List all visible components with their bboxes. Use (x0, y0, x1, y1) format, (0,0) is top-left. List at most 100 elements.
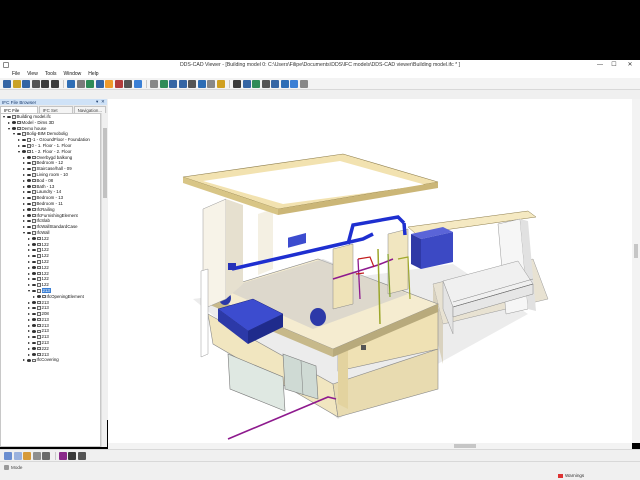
visibility-icon[interactable] (27, 156, 31, 159)
camera-icon[interactable] (207, 79, 215, 88)
minimize-button[interactable]: — (594, 60, 606, 70)
undo-icon[interactable] (41, 79, 49, 88)
menu-help[interactable]: Help (88, 71, 98, 77)
select-icon[interactable] (67, 79, 75, 88)
viewport-vscroll-thumb[interactable] (634, 244, 638, 258)
visibility-icon[interactable] (32, 237, 36, 240)
visibility-icon[interactable] (32, 277, 36, 281)
visibility-icon[interactable] (12, 127, 16, 130)
render-mode-icon[interactable] (13, 451, 22, 460)
tree-scrollbar[interactable] (101, 113, 107, 447)
menu-view[interactable]: View (27, 71, 38, 77)
visibility-icon[interactable] (37, 295, 41, 298)
open-icon[interactable] (12, 79, 21, 88)
visibility-icon[interactable] (27, 173, 31, 177)
visibility-icon[interactable] (32, 341, 36, 345)
visibility-icon[interactable] (32, 330, 36, 333)
walk-icon[interactable] (124, 79, 132, 88)
tree-scroll-thumb[interactable] (103, 128, 107, 198)
visibility-icon[interactable] (27, 196, 31, 200)
visibility-icon[interactable] (27, 208, 31, 211)
visibility-icon[interactable] (27, 214, 31, 217)
visibility-icon[interactable] (32, 347, 36, 350)
visibility-icon[interactable] (27, 219, 31, 223)
home-icon[interactable] (159, 79, 168, 88)
save-icon[interactable] (22, 79, 30, 88)
viewport-hscroll-thumb[interactable] (454, 444, 476, 448)
pan-icon[interactable] (86, 79, 94, 88)
visibility-icon[interactable] (27, 167, 31, 171)
perspective-icon[interactable] (4, 451, 12, 460)
menu-file[interactable]: File (12, 71, 20, 77)
tab-navigation[interactable]: Navigation... (73, 106, 106, 113)
visibility-icon[interactable] (27, 185, 31, 188)
visibility-icon[interactable] (27, 202, 31, 206)
visibility-icon[interactable] (32, 301, 36, 304)
color-icon[interactable] (58, 451, 67, 460)
measure-icon[interactable] (133, 79, 142, 88)
new-icon[interactable] (3, 79, 11, 88)
top-icon[interactable] (178, 79, 187, 88)
grid-icon[interactable] (32, 451, 41, 460)
visibility-icon[interactable] (27, 161, 31, 165)
visibility-icon[interactable] (32, 289, 36, 292)
render-icon[interactable] (197, 79, 206, 88)
visibility-icon[interactable] (32, 335, 36, 339)
visibility-icon[interactable] (27, 190, 31, 194)
visibility-icon[interactable] (32, 248, 36, 252)
building-model-render[interactable] (108, 99, 632, 443)
report-icon[interactable] (280, 79, 289, 88)
render2-icon[interactable] (216, 79, 225, 88)
visibility-icon[interactable] (27, 225, 31, 229)
check-icon[interactable] (271, 79, 279, 88)
iso-icon[interactable] (188, 79, 196, 88)
fit-icon[interactable] (105, 79, 113, 88)
visibility-icon[interactable] (22, 144, 26, 148)
visibility-icon[interactable] (7, 115, 11, 119)
visibility-icon[interactable] (32, 283, 36, 287)
visibility-icon[interactable] (32, 318, 36, 321)
layers-icon[interactable] (68, 451, 76, 460)
visibility-icon[interactable] (32, 312, 36, 316)
export-icon[interactable] (77, 451, 86, 460)
visibility-icon[interactable] (32, 266, 36, 269)
lighting-icon[interactable] (23, 451, 31, 460)
layers-icon[interactable] (242, 79, 251, 88)
tab-ifc-set-inspector[interactable]: IFC Set Insp.. (38, 106, 73, 120)
search-icon[interactable] (261, 79, 270, 88)
visibility-icon[interactable] (27, 359, 31, 362)
visibility-icon[interactable] (27, 179, 31, 182)
visibility-icon[interactable] (32, 254, 36, 258)
close-button[interactable]: ✕ (624, 60, 636, 70)
menu-tools[interactable]: Tools (45, 71, 57, 77)
front-icon[interactable] (169, 79, 177, 88)
print-icon[interactable] (31, 79, 40, 88)
zoom-icon[interactable] (95, 79, 104, 88)
view-icon[interactable] (150, 79, 158, 88)
visibility-icon[interactable] (32, 243, 36, 246)
redo-icon[interactable] (50, 79, 59, 88)
menu-window[interactable]: Window (64, 71, 82, 77)
visibility-icon[interactable] (22, 150, 26, 153)
section-icon[interactable] (114, 79, 123, 88)
bcf-icon[interactable] (290, 79, 298, 88)
properties-icon[interactable] (252, 79, 260, 88)
settings-icon[interactable] (299, 79, 308, 88)
visibility-icon[interactable] (12, 121, 16, 124)
visibility-icon[interactable] (32, 272, 36, 275)
tab-ifc-file-browser[interactable]: IFC File brows.. (0, 106, 38, 120)
maximize-button[interactable]: ☐ (608, 60, 620, 70)
visibility-icon[interactable] (32, 353, 36, 356)
filter-icon[interactable] (233, 79, 241, 88)
orbit-icon[interactable] (76, 79, 85, 88)
3d-viewport[interactable] (108, 99, 632, 443)
visibility-icon[interactable] (27, 231, 31, 235)
visibility-icon[interactable] (22, 138, 26, 142)
axis-icon[interactable] (42, 451, 50, 460)
tree-item[interactable]: ▸ IfcCovering (1, 357, 100, 363)
visibility-icon[interactable] (32, 324, 36, 327)
visibility-icon[interactable] (17, 132, 21, 136)
visibility-icon[interactable] (32, 260, 36, 264)
visibility-icon[interactable] (32, 306, 36, 310)
viewport-vertical-scrollbar[interactable] (632, 99, 640, 443)
